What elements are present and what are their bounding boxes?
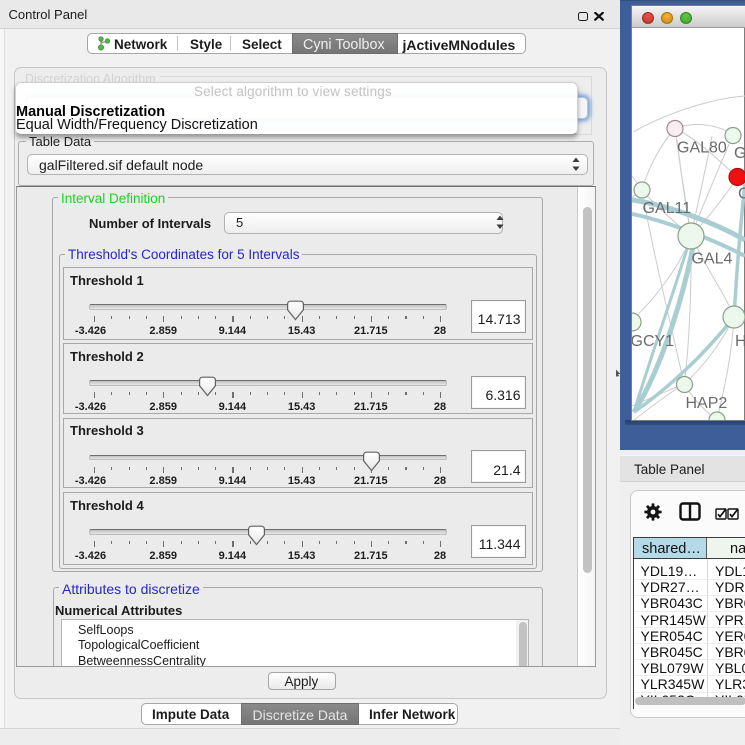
svg-text:H: H (735, 333, 745, 350)
svg-text:GCY1: GCY1 (632, 333, 674, 350)
svg-text:C: C (738, 186, 745, 203)
svg-text:GAL4: GAL4 (692, 251, 733, 268)
svg-text:GAL11: GAL11 (643, 200, 692, 217)
svg-text:GA: GA (734, 145, 745, 162)
svg-text:GAL80: GAL80 (677, 140, 727, 157)
svg-text:HAP2: HAP2 (686, 395, 728, 412)
